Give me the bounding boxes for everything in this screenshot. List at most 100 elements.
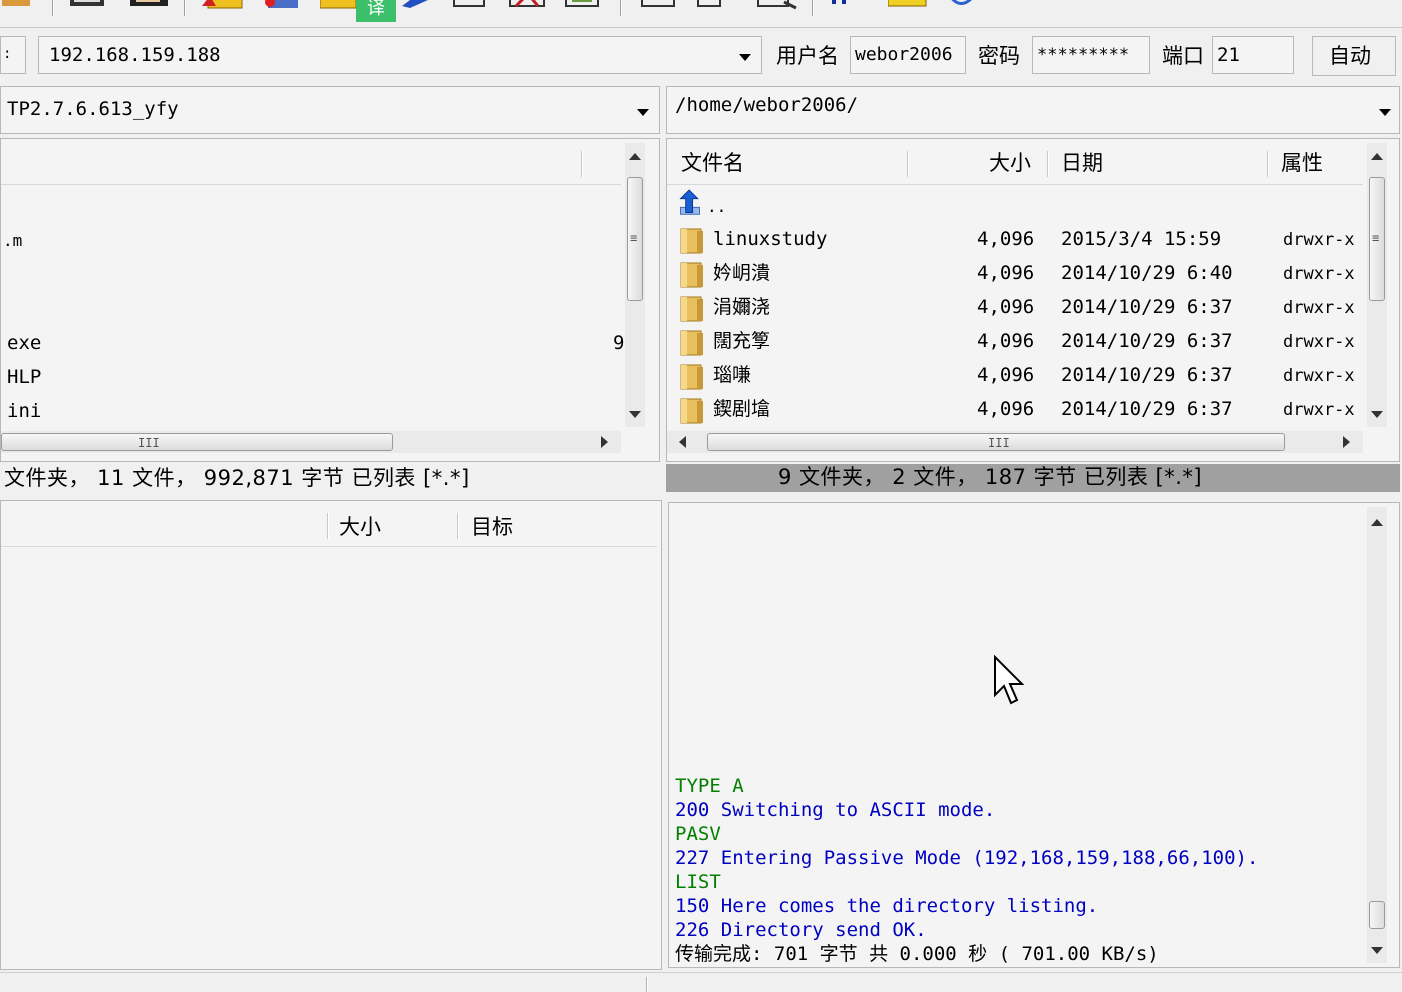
bottom-status-strip	[0, 972, 1402, 992]
column-name[interactable]: 文件名	[681, 153, 744, 174]
search-icon[interactable]	[756, 0, 798, 12]
scroll-down-icon[interactable]	[629, 411, 641, 418]
view-icon[interactable]	[452, 0, 486, 12]
list-item[interactable]: 闊充箰 4,096 2014/10/29 6:37 drwxr-x	[667, 325, 1363, 359]
queue-panel: 大小 目标	[0, 500, 662, 970]
folder-icon	[680, 228, 703, 254]
scroll-down-icon[interactable]	[1371, 411, 1383, 418]
queue-icon[interactable]	[694, 0, 724, 12]
local-vertical-scrollbar[interactable]: ≡	[625, 143, 645, 427]
scroll-thumb[interactable]: III	[707, 433, 1285, 451]
local-horizontal-scrollbar[interactable]: III	[1, 431, 621, 453]
folder-icon	[680, 398, 703, 424]
scroll-up-icon[interactable]	[1371, 153, 1383, 160]
remote-horizontal-scrollbar[interactable]: III	[667, 431, 1363, 453]
column-date[interactable]: 日期	[1061, 153, 1103, 174]
log-panel: TYPE A 200 Switching to ASCII mode. PASV 22…	[668, 502, 1400, 968]
scroll-thumb[interactable]: ≡	[627, 177, 643, 301]
local-list-header	[1, 139, 621, 185]
user-input[interactable]: webor2006	[850, 36, 966, 74]
list-item[interactable]: 涓嬭浇 4,096 2014/10/29 6:37 drwxr-x	[667, 291, 1363, 325]
scroll-up-icon[interactable]	[629, 153, 641, 160]
edit-icon[interactable]	[398, 0, 432, 12]
log-icon[interactable]	[640, 0, 678, 12]
toolbar-separator	[812, 0, 814, 16]
remote-status-bar: 9 文件夹， 2 文件， 187 字节 已列表 [*.*]	[666, 464, 1400, 492]
list-item[interactable]: 鍥剧墖 4,096 2014/10/29 6:37 drwxr-x	[667, 393, 1363, 427]
note-icon[interactable]	[887, 0, 928, 12]
list-item[interactable]: HLP	[1, 359, 621, 393]
remote-vertical-scrollbar[interactable]: ≡	[1367, 143, 1387, 427]
folder-icon	[680, 330, 703, 356]
log-line: 传输完成: 701 字节 共 0.000 秒 ( 701.00 KB/s)	[675, 943, 1159, 965]
folder-icon	[680, 262, 703, 288]
log-line: 150 Here comes the directory listing.	[675, 895, 1099, 917]
port-label: 端口	[1162, 44, 1204, 68]
log-line: 227 Entering Passive Mode (192,168,159,1…	[675, 847, 1259, 869]
local-file-list: .m exe 9 HLP ini ≡ III	[0, 138, 660, 462]
port-input[interactable]: 21	[1212, 36, 1294, 74]
site-manager-button[interactable]: :	[0, 36, 26, 74]
chevron-down-icon[interactable]	[1379, 109, 1391, 116]
column-size[interactable]: 大小	[989, 153, 1031, 174]
scroll-right-icon[interactable]	[601, 436, 608, 448]
list-item[interactable]: 瑙嗛 4,096 2014/10/29 6:37 drwxr-x	[667, 359, 1363, 393]
host-combo[interactable]: 192.168.159.188	[38, 36, 762, 74]
scroll-thumb[interactable]: III	[1, 433, 393, 451]
scroll-up-icon[interactable]	[1371, 519, 1383, 526]
list-item[interactable]: ini	[1, 393, 621, 427]
log-vertical-scrollbar[interactable]	[1367, 507, 1387, 963]
translate-badge[interactable]: 译	[356, 0, 396, 22]
music-icon[interactable]	[830, 0, 870, 12]
log-line: TYPE A	[675, 775, 744, 797]
queue-header: 大小 目标	[1, 501, 657, 547]
remote-path: /home/webor2006/	[675, 94, 859, 116]
queue-column-size[interactable]: 大小	[339, 517, 381, 538]
remote-list-header: 文件名 大小 日期 属性	[667, 139, 1363, 185]
parent-directory-row[interactable]: ..	[667, 187, 1363, 221]
folder-icon	[680, 364, 703, 390]
password-label: 密码	[978, 44, 1020, 68]
disconnect-icon[interactable]	[130, 0, 170, 12]
scroll-left-icon[interactable]	[679, 436, 686, 448]
toolbar-separator	[52, 0, 54, 16]
log-line: PASV	[675, 823, 721, 845]
scroll-down-icon[interactable]	[1371, 947, 1383, 954]
toolbar-icon-1[interactable]	[0, 0, 34, 12]
remote-path-combo[interactable]: /home/webor2006/	[666, 86, 1400, 134]
local-path-combo[interactable]: TP2.7.6.613_yfy	[0, 86, 660, 134]
list-item[interactable]: exe 9	[1, 325, 624, 359]
scroll-thumb[interactable]	[1369, 901, 1385, 929]
queue-column-target[interactable]: 目标	[471, 517, 513, 538]
download-icon[interactable]	[262, 0, 302, 12]
scroll-right-icon[interactable]	[1343, 436, 1350, 448]
toolbar-separator	[620, 0, 622, 16]
refresh-icon[interactable]	[946, 0, 976, 12]
connect-icon[interactable]	[70, 0, 106, 12]
column-attr[interactable]: 属性	[1281, 153, 1323, 174]
list-item[interactable]: linuxstudy 4,096 2015/3/4 15:59 drwxr-x	[667, 223, 1363, 257]
toolbar: 译	[0, 0, 1402, 28]
scroll-thumb[interactable]: ≡	[1369, 177, 1385, 301]
delete-icon[interactable]	[508, 0, 548, 12]
cursor-icon	[994, 655, 1025, 705]
auto-button[interactable]: 自动	[1312, 36, 1396, 76]
user-label: 用户名	[776, 44, 839, 68]
remote-file-list: 文件名 大小 日期 属性 .. linuxstudy 4,096 2015/3/4 …	[666, 138, 1400, 462]
upload-icon[interactable]	[200, 0, 244, 12]
folder-upload-icon[interactable]	[319, 0, 357, 12]
log-line: LIST	[675, 871, 721, 893]
log-line: 200 Switching to ASCII mode.	[675, 799, 996, 821]
properties-icon[interactable]	[564, 0, 600, 12]
local-status-bar: 文件夹， 11 文件， 992,871 字节 已列表 [*.*]	[0, 464, 660, 494]
address-bar: : 192.168.159.188 用户名 webor2006 密码 *****…	[0, 34, 1402, 80]
chevron-down-icon[interactable]	[739, 54, 751, 61]
local-path: TP2.7.6.613_yfy	[7, 98, 179, 120]
list-item[interactable]: 妗岄潰 4,096 2014/10/29 6:40 drwxr-x	[667, 257, 1363, 291]
log-line: 226 Directory send OK.	[675, 919, 927, 941]
folder-icon	[680, 296, 703, 322]
list-item[interactable]: .m	[1, 223, 621, 257]
chevron-down-icon[interactable]	[637, 109, 649, 116]
password-input[interactable]: *********	[1032, 36, 1150, 74]
toolbar-separator	[184, 0, 186, 16]
